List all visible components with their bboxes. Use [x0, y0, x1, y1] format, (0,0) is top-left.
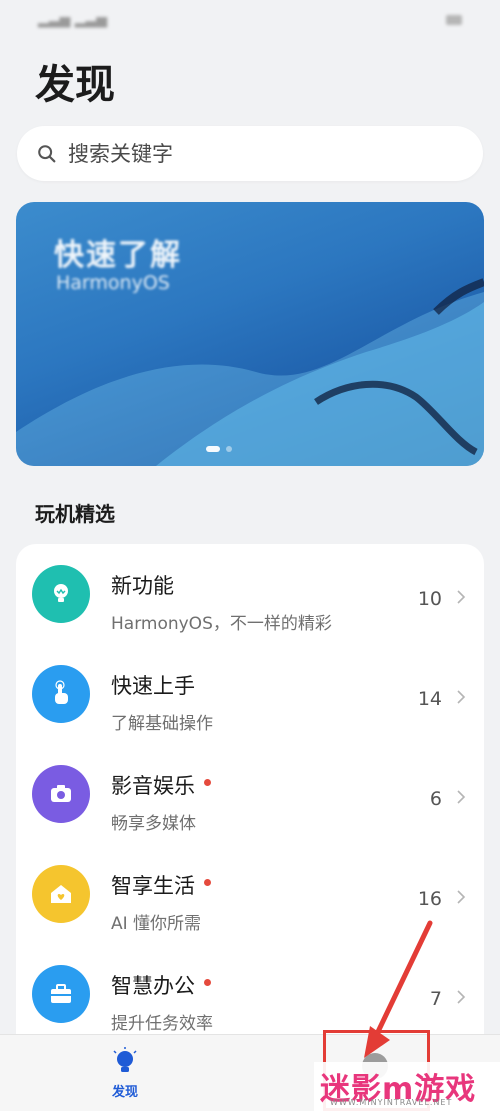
list-item-quick-start[interactable]: 快速上手 了解基础操作 14	[16, 644, 484, 744]
list-item-new-features[interactable]: 新功能 HarmonyOS，不一样的精彩 10	[16, 544, 484, 644]
chevron-right-icon	[457, 890, 466, 904]
item-count: 16	[417, 888, 442, 910]
carousel-dot-active	[206, 446, 220, 452]
carousel-dot	[226, 446, 232, 452]
lightbulb-icon	[32, 565, 90, 623]
item-title: 影音娱乐	[111, 774, 195, 798]
carousel-indicator	[206, 446, 232, 452]
banner-title: 快速了解	[54, 238, 182, 273]
status-right	[446, 15, 462, 25]
item-subtitle: 畅享多媒体	[111, 814, 196, 834]
item-count: 14	[417, 688, 442, 710]
item-title: 新功能	[111, 574, 174, 598]
watermark: 迷影m游戏 WWW.MINYINTRAVEL.NET	[314, 1062, 500, 1111]
status-bar: ▂▃▅ ▂▃▅	[0, 0, 500, 40]
item-title: 智慧办公	[111, 974, 195, 998]
item-count: 6	[429, 788, 442, 810]
nav-tab-discover-label: 发现	[111, 1085, 138, 1100]
search-input[interactable]	[68, 141, 448, 166]
battery-icon	[446, 15, 462, 25]
list-item-media[interactable]: 影音娱乐 畅享多媒体 6	[16, 744, 484, 844]
new-badge-dot	[204, 778, 211, 786]
nav-tab-discover[interactable]: 发现	[100, 1047, 150, 1107]
item-subtitle: 提升任务效率	[111, 1014, 213, 1034]
item-title: 快速上手	[111, 674, 195, 698]
carrier-indicator: ▂▃▅ ▂▃▅	[38, 12, 108, 28]
watermark-url: WWW.MINYINTRAVEL.NET	[330, 1098, 453, 1107]
home-heart-icon	[32, 865, 90, 923]
chevron-right-icon	[457, 590, 466, 604]
tap-hand-icon	[32, 665, 90, 723]
item-count: 10	[417, 588, 442, 610]
camera-icon	[32, 765, 90, 823]
chevron-right-icon	[457, 990, 466, 1004]
search-bar[interactable]	[17, 126, 483, 181]
banner-carousel[interactable]: 快速了解 HarmonyOS	[16, 202, 484, 466]
briefcase-icon	[32, 965, 90, 1023]
new-badge-dot	[204, 878, 211, 886]
section-title: 玩机精选	[35, 502, 115, 526]
item-title: 智享生活	[111, 874, 195, 898]
chevron-right-icon	[457, 690, 466, 704]
page-title: 发现	[35, 62, 115, 108]
item-subtitle: AI 懂你所需	[111, 914, 202, 934]
item-subtitle: 了解基础操作	[111, 714, 213, 734]
search-icon	[38, 144, 56, 162]
lightbulb-nav-icon	[113, 1047, 137, 1072]
item-subtitle: HarmonyOS，不一样的精彩	[111, 614, 332, 634]
new-badge-dot	[204, 978, 211, 986]
chevron-right-icon	[457, 790, 466, 804]
banner-subtitle: HarmonyOS	[56, 272, 170, 294]
